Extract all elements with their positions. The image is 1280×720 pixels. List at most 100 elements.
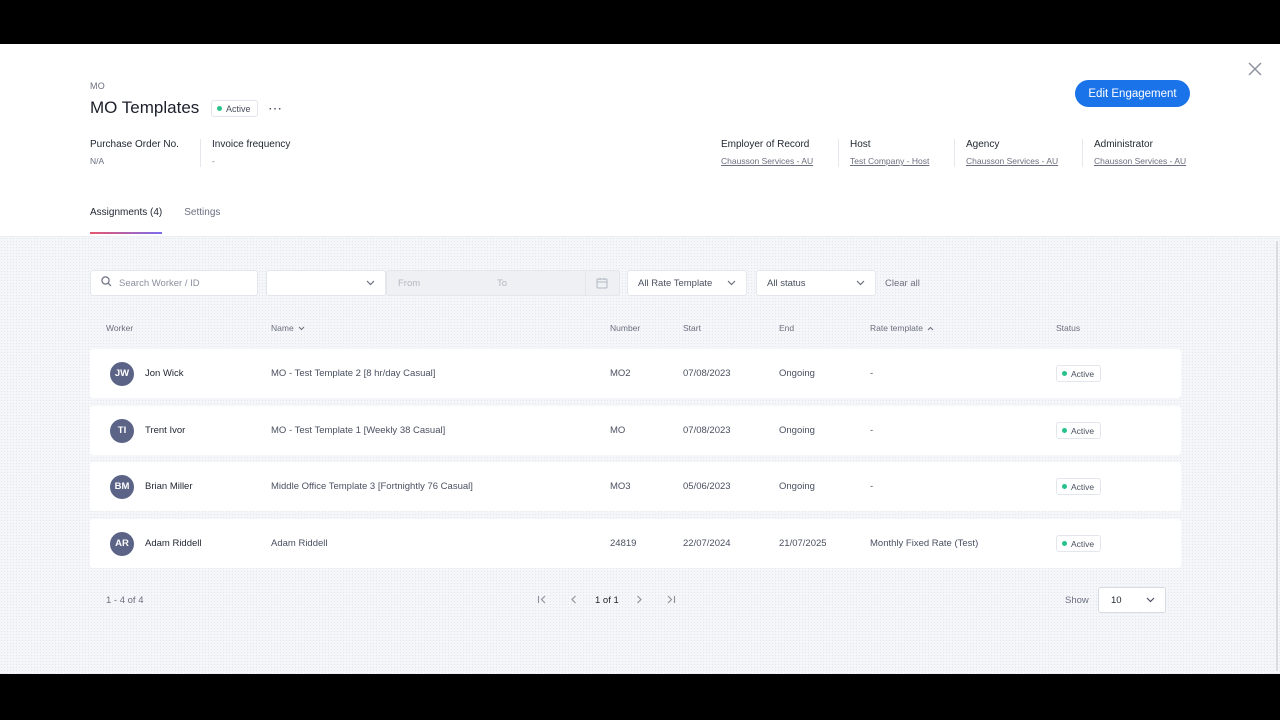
close-icon[interactable] xyxy=(1246,60,1264,78)
start-date: 22/07/2024 xyxy=(683,538,731,549)
more-options-button[interactable]: ⋯ xyxy=(268,100,283,117)
edit-engagement-button[interactable]: Edit Engagement xyxy=(1075,80,1190,107)
breadcrumb: MO xyxy=(90,81,106,91)
status-badge: Active xyxy=(1056,535,1102,552)
active-dot-icon xyxy=(1062,428,1067,433)
worker-select[interactable] xyxy=(266,270,386,296)
search-input[interactable]: Search Worker / ID xyxy=(90,270,258,296)
column-header-end: End xyxy=(779,323,795,333)
assignments-panel: Search Worker / ID From To All Rate Temp… xyxy=(0,236,1280,674)
column-header-start: Start xyxy=(683,323,701,333)
agency-link[interactable]: Chausson Services - AU xyxy=(966,156,1058,166)
assignment-number: MO3 xyxy=(610,481,631,492)
table-row[interactable]: BM Brian Miller Middle Office Template 3… xyxy=(90,462,1181,511)
divider xyxy=(838,139,839,167)
status-badge-label: Active xyxy=(226,103,251,114)
assignment-name: Adam Riddell xyxy=(271,538,328,549)
engagement-panel: MO MO Templates Active ⋯ Edit Engagement… xyxy=(0,44,1280,674)
next-page-icon[interactable] xyxy=(632,591,646,607)
active-dot-icon xyxy=(1062,541,1067,546)
worker-cell: TI Trent Ivor xyxy=(110,406,185,455)
first-page-icon[interactable] xyxy=(535,591,549,607)
host-label: Host xyxy=(850,139,871,150)
search-icon xyxy=(101,276,112,290)
table-row[interactable]: AR Adam Riddell Adam Riddell 24819 22/07… xyxy=(90,519,1181,568)
last-page-icon[interactable] xyxy=(664,591,678,607)
rate-template: - xyxy=(870,368,874,379)
agency-field: Agency Chausson Services - AU xyxy=(966,139,1058,166)
rate-template-select[interactable]: All Rate Template xyxy=(627,270,747,296)
assignment-name: MO - Test Template 1 [Weekly 38 Casual] xyxy=(271,425,446,436)
date-range-picker[interactable]: From To xyxy=(386,270,620,296)
host-link[interactable]: Test Company - Host xyxy=(850,156,929,166)
host-field: Host Test Company - Host xyxy=(850,139,929,166)
status-cell: Active xyxy=(1056,519,1102,568)
divider xyxy=(200,139,201,167)
prev-page-icon[interactable] xyxy=(567,591,581,607)
rate-template-select-value: All Rate Template xyxy=(638,277,713,289)
tab-settings[interactable]: Settings xyxy=(184,207,220,234)
invoice-frequency-value: - xyxy=(212,156,215,166)
status-badge: Active xyxy=(1056,478,1102,495)
chevron-down-icon xyxy=(727,278,736,289)
page-title: MO Templates xyxy=(90,98,200,117)
worker-name: Jon Wick xyxy=(145,368,184,379)
avatar: AR xyxy=(110,531,134,556)
column-header-rate-template[interactable]: Rate template xyxy=(870,323,934,333)
employer-of-record-field: Employer of Record Chausson Services - A… xyxy=(721,139,813,166)
column-header-number: Number xyxy=(610,323,641,333)
page-indicator: 1 of 1 xyxy=(595,595,619,606)
status-select-value: All status xyxy=(767,277,806,289)
invoice-frequency-label: Invoice frequency xyxy=(212,139,291,150)
agency-label: Agency xyxy=(966,139,1000,150)
active-dot-icon xyxy=(1062,484,1067,489)
purchase-order-field: Purchase Order No. N/A xyxy=(90,139,179,166)
calendar-icon[interactable] xyxy=(596,277,608,292)
date-from-input[interactable]: From xyxy=(398,278,420,289)
end-date: Ongoing xyxy=(779,481,815,492)
scrollbar[interactable] xyxy=(1276,241,1278,671)
purchase-order-value: N/A xyxy=(90,156,105,166)
worker-cell: BM Brian Miller xyxy=(110,462,193,511)
column-header-name[interactable]: Name xyxy=(271,323,305,333)
rate-template: Monthly Fixed Rate (Test) xyxy=(870,538,979,549)
administrator-field: Administrator Chausson Services - AU xyxy=(1094,139,1186,166)
table-row[interactable]: JW Jon Wick MO - Test Template 2 [8 hr/d… xyxy=(90,349,1181,398)
sort-up-icon xyxy=(927,323,934,333)
status-cell: Active xyxy=(1056,349,1102,398)
assignment-number: 24819 xyxy=(610,538,637,549)
status-badge: Active xyxy=(211,100,258,117)
start-date: 07/08/2023 xyxy=(683,425,731,436)
start-date: 05/06/2023 xyxy=(683,481,731,492)
rate-template: - xyxy=(870,481,874,492)
purchase-order-label: Purchase Order No. xyxy=(90,139,179,150)
page-size-select[interactable]: 10 xyxy=(1098,587,1166,613)
chevron-down-icon xyxy=(856,278,865,289)
status-badge: Active xyxy=(1056,365,1102,382)
avatar: JW xyxy=(110,361,134,386)
status-select[interactable]: All status xyxy=(756,270,876,296)
assignment-number: MO2 xyxy=(610,368,631,379)
tab-assignments[interactable]: Assignments (4) xyxy=(90,207,163,234)
divider xyxy=(1082,139,1083,167)
end-date: Ongoing xyxy=(779,368,815,379)
administrator-link[interactable]: Chausson Services - AU xyxy=(1094,156,1186,166)
employer-of-record-link[interactable]: Chausson Services - AU xyxy=(721,156,813,166)
end-date: 21/07/2025 xyxy=(779,538,827,549)
date-to-input[interactable]: To xyxy=(497,278,507,289)
end-date: Ongoing xyxy=(779,425,815,436)
clear-all-button[interactable]: Clear all xyxy=(885,278,920,289)
start-date: 07/08/2023 xyxy=(683,368,731,379)
divider xyxy=(585,271,586,295)
avatar: BM xyxy=(110,474,134,499)
result-count: 1 - 4 of 4 xyxy=(106,595,144,606)
divider xyxy=(954,139,955,167)
page-size-value: 10 xyxy=(1111,594,1122,606)
search-placeholder: Search Worker / ID xyxy=(119,277,200,289)
status-cell: Active xyxy=(1056,406,1102,455)
status-badge: Active xyxy=(1056,422,1102,439)
table-row[interactable]: TI Trent Ivor MO - Test Template 1 [Week… xyxy=(90,406,1181,455)
show-label: Show xyxy=(1065,595,1089,606)
active-dot-icon xyxy=(1062,371,1067,376)
chevron-down-icon xyxy=(366,278,375,289)
